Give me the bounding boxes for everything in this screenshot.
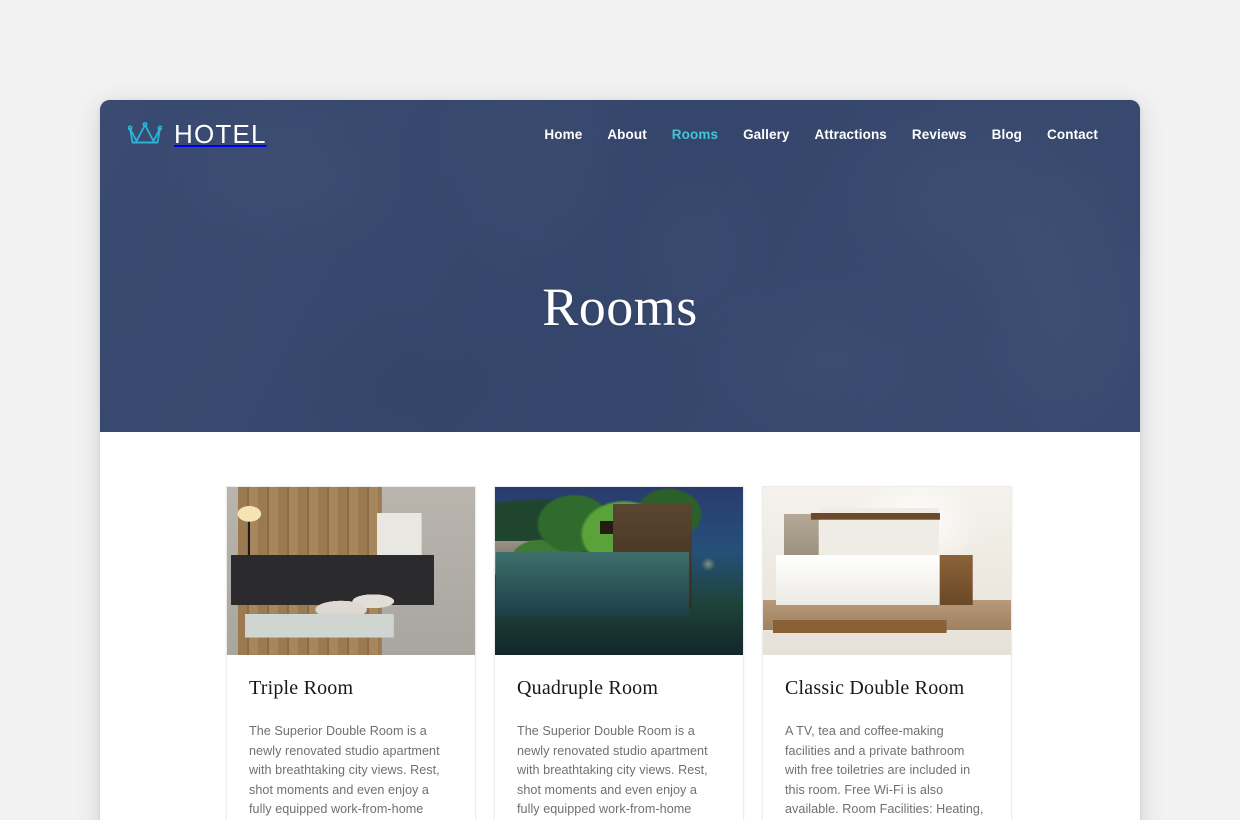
main-navigation: Home About Rooms Gallery Attractions Rev…: [544, 127, 1098, 142]
rooms-section: Triple Room The Superior Double Room is …: [100, 432, 1140, 820]
nav-item-blog[interactable]: Blog: [992, 127, 1022, 142]
website-page-container: HOTEL Home About Rooms Gallery Attractio…: [100, 100, 1140, 820]
room-card-body: Triple Room The Superior Double Room is …: [227, 655, 475, 820]
rooms-grid: Triple Room The Superior Double Room is …: [100, 486, 1140, 820]
nav-item-about[interactable]: About: [607, 127, 646, 142]
room-description: The Superior Double Room is a newly reno…: [249, 724, 440, 817]
crown-icon: [128, 121, 162, 144]
site-header: HOTEL Home About Rooms Gallery Attractio…: [100, 100, 1140, 168]
nav-item-rooms[interactable]: Rooms: [672, 127, 718, 142]
room-card-body: Classic Double Room A TV, tea and coffee…: [763, 655, 1011, 820]
room-title: Triple Room: [249, 677, 354, 699]
hero-banner: HOTEL Home About Rooms Gallery Attractio…: [100, 100, 1140, 432]
nav-item-contact[interactable]: Contact: [1047, 127, 1098, 142]
room-title: Quadruple Room: [517, 677, 659, 699]
room-title: Classic Double Room: [785, 677, 965, 699]
nav-item-reviews[interactable]: Reviews: [912, 127, 967, 142]
brand-logo-link[interactable]: HOTEL: [128, 121, 267, 147]
room-description: The Superior Double Room is a newly reno…: [517, 724, 708, 817]
brand-name: HOTEL: [174, 119, 267, 149]
room-card-body: Quadruple Room The Superior Double Room …: [495, 655, 743, 820]
room-image-triple: [227, 487, 475, 655]
room-image-quadruple: [495, 487, 743, 655]
room-image-classic-double: [763, 487, 1011, 655]
screenshot-root: HOTEL Home About Rooms Gallery Attractio…: [0, 0, 1240, 820]
nav-item-home[interactable]: Home: [544, 127, 582, 142]
room-card[interactable]: Classic Double Room A TV, tea and coffee…: [762, 486, 1012, 820]
room-description: A TV, tea and coffee-making facilities a…: [785, 724, 984, 817]
nav-item-gallery[interactable]: Gallery: [743, 127, 789, 142]
page-title: Rooms: [542, 277, 698, 337]
room-card[interactable]: Quadruple Room The Superior Double Room …: [494, 486, 744, 820]
room-card[interactable]: Triple Room The Superior Double Room is …: [226, 486, 476, 820]
nav-item-attractions[interactable]: Attractions: [815, 127, 887, 142]
